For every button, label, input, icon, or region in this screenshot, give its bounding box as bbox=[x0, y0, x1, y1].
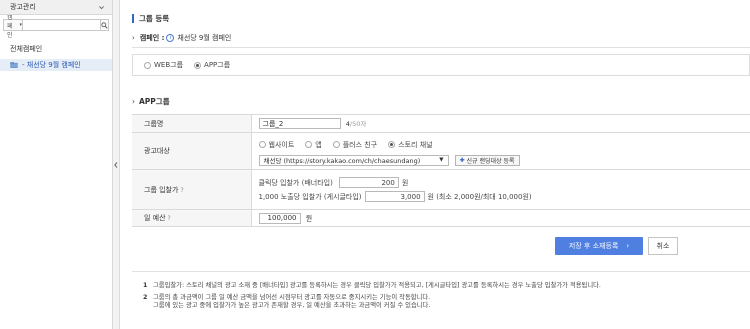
click-bid-input[interactable]: 200 bbox=[338, 177, 399, 188]
radio-target-storychannel[interactable]: 스토리 채널 bbox=[388, 140, 433, 150]
notes: 1 그룹입찰가: 스토리 채널의 광고 소재 중 [배너타입] 광고를 등록하시… bbox=[143, 282, 601, 314]
group-type-selector: WEB그룹 APP그룹 bbox=[132, 54, 750, 76]
impression-bid-input[interactable]: 3,000 bbox=[364, 191, 425, 202]
search-input[interactable] bbox=[23, 20, 100, 30]
campaign-label: 캠페인 : bbox=[139, 34, 165, 42]
budget-label: 일 예산 bbox=[144, 214, 166, 222]
arrow-right-icon: › bbox=[132, 34, 135, 42]
sidebar-search: 캠페인 ▾ bbox=[3, 14, 109, 39]
arrow-right-icon: › bbox=[132, 97, 135, 106]
section-title: › APP그룹 bbox=[132, 97, 170, 106]
divider bbox=[132, 271, 750, 272]
radio-app-group[interactable]: APP그룹 bbox=[194, 60, 230, 70]
group-name-label: 그룹명 bbox=[132, 114, 252, 133]
bid-label: 그룹 입찰가 bbox=[144, 185, 179, 194]
char-counter: 4/50자 bbox=[345, 119, 367, 128]
campaign-info: › 캠페인 : i 채선당 9월 캠페인 bbox=[132, 33, 231, 43]
dropdown-caret-icon: ▼ bbox=[439, 157, 444, 163]
help-icon[interactable]: ? bbox=[168, 215, 171, 222]
impression-bid-row: 1,000 노출당 입찰가 (게시글타입) 3,000 원 (최소 2,000원… bbox=[258, 191, 532, 202]
radio-button-checked[interactable] bbox=[194, 61, 202, 69]
chevron-left-icon bbox=[114, 161, 118, 168]
divider bbox=[132, 47, 750, 48]
radio-target-app[interactable]: 앱 bbox=[305, 140, 322, 150]
search-type-select[interactable]: 캠페인 ▾ bbox=[4, 14, 23, 39]
sidebar-title: 광고관리 bbox=[10, 3, 36, 11]
target-radio-group: 웹사이트 앱 플러스 친구 스토리 채널 bbox=[258, 140, 750, 150]
main-content: 그룹 등록 › 캠페인 : i 채선당 9월 캠페인 WEB그룹 APP그룹 ›… bbox=[121, 0, 750, 329]
chevron-down-icon[interactable] bbox=[98, 4, 105, 11]
sidebar-item-campaign[interactable]: - 채선당 9월 캠페인 bbox=[0, 59, 112, 71]
radio-target-plusfriend[interactable]: 플러스 친구 bbox=[332, 140, 377, 150]
search-button[interactable] bbox=[100, 20, 108, 30]
channel-select[interactable]: 채선당 (https://story.kakao.com/ch/chaesund… bbox=[258, 154, 449, 166]
campaign-name: 채선당 9월 캠페인 bbox=[177, 34, 232, 42]
click-bid-row: 클릭당 입찰가 (배너타입) 200 원 bbox=[258, 177, 409, 188]
title-accent-bar bbox=[132, 14, 134, 23]
budget-input[interactable]: 100,000 bbox=[258, 212, 301, 224]
sidebar: 광고관리 캠페인 ▾ 전체캠페인 - 채선당 9월 캠페인 bbox=[0, 0, 113, 329]
plus-icon: ✚ bbox=[459, 156, 465, 164]
group-name-input[interactable]: 그룹_2 bbox=[258, 118, 341, 130]
radio-web-group[interactable]: WEB그룹 bbox=[144, 60, 183, 70]
sidebar-item-label: - 채선당 9월 캠페인 bbox=[22, 61, 81, 69]
target-label: 광고대상 bbox=[132, 132, 252, 170]
search-icon bbox=[101, 21, 108, 29]
radio-button[interactable] bbox=[144, 61, 151, 69]
note-item: 1 그룹입찰가: 스토리 채널의 광고 소재 중 [배너타입] 광고를 등록하시… bbox=[143, 282, 601, 289]
new-target-button[interactable]: ✚ 신규 랜딩대상 등록 bbox=[454, 154, 520, 166]
info-icon[interactable]: i bbox=[166, 34, 175, 42]
sidebar-all-campaigns[interactable]: 전체캠페인 bbox=[10, 44, 112, 54]
sidebar-collapse-handle[interactable] bbox=[113, 0, 120, 329]
radio-target-website[interactable]: 웹사이트 bbox=[258, 140, 294, 150]
help-icon[interactable]: ? bbox=[180, 187, 183, 194]
group-form: 그룹명 그룹_2 4/50자 광고대상 웹사이트 앱 플러스 친구 스토리 채널… bbox=[132, 114, 750, 227]
save-and-register-button[interactable]: 저장 후 소재등록 › bbox=[555, 237, 643, 255]
cancel-button[interactable]: 취소 bbox=[648, 237, 678, 255]
chevron-right-icon: › bbox=[626, 242, 630, 250]
sidebar-header[interactable]: 광고관리 bbox=[0, 0, 112, 15]
page-title: 그룹 등록 bbox=[132, 13, 169, 24]
note-item: 2 그룹의 총 과금액이 그룹 일 예산 금액을 넘어선 시점부터 광고를 자동… bbox=[143, 293, 431, 310]
dropdown-caret-icon: ▾ bbox=[19, 22, 22, 28]
folder-icon bbox=[10, 62, 18, 68]
